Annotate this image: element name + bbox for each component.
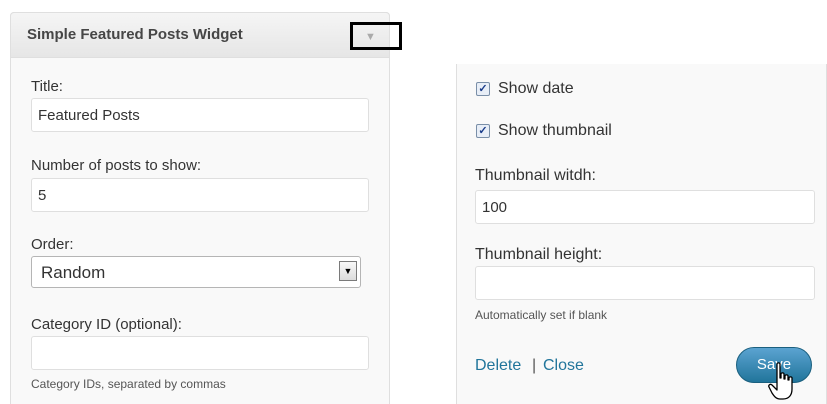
- thumb-height-label: Thumbnail height:: [475, 246, 603, 263]
- num-posts-input[interactable]: [31, 178, 369, 212]
- show-date-checkbox[interactable]: ✓: [476, 82, 490, 96]
- show-date-label[interactable]: Show date: [498, 80, 574, 98]
- close-link[interactable]: Close: [543, 357, 584, 375]
- order-select[interactable]: Random ▼: [31, 256, 361, 288]
- title-input[interactable]: [31, 98, 369, 132]
- widget-title: Simple Featured Posts Widget: [27, 26, 243, 43]
- link-separator: |: [532, 357, 537, 374]
- thumb-height-input[interactable]: [475, 266, 815, 300]
- thumb-height-hint: Automatically set if blank: [475, 308, 608, 322]
- category-hint: Category IDs, separated by commas: [31, 377, 226, 391]
- show-thumbnail-checkbox[interactable]: ✓: [476, 124, 490, 138]
- triangle-down-icon: ▼: [365, 31, 376, 43]
- title-label: Title:: [31, 78, 63, 95]
- hand-cursor-icon: [768, 362, 793, 400]
- chevron-down-icon[interactable]: ▼: [339, 261, 357, 281]
- order-label: Order:: [31, 236, 74, 253]
- thumb-width-label: Thumbnail witdh:: [475, 167, 596, 184]
- show-thumbnail-label[interactable]: Show thumbnail: [498, 122, 612, 140]
- order-select-value: Random: [41, 263, 106, 282]
- delete-link[interactable]: Delete: [475, 357, 521, 375]
- widget-toggle-button[interactable]: [350, 22, 402, 50]
- num-posts-label: Number of posts to show:: [31, 157, 202, 174]
- category-label: Category ID (optional):: [31, 316, 182, 333]
- thumb-width-input[interactable]: [475, 190, 815, 224]
- category-input[interactable]: [31, 336, 369, 370]
